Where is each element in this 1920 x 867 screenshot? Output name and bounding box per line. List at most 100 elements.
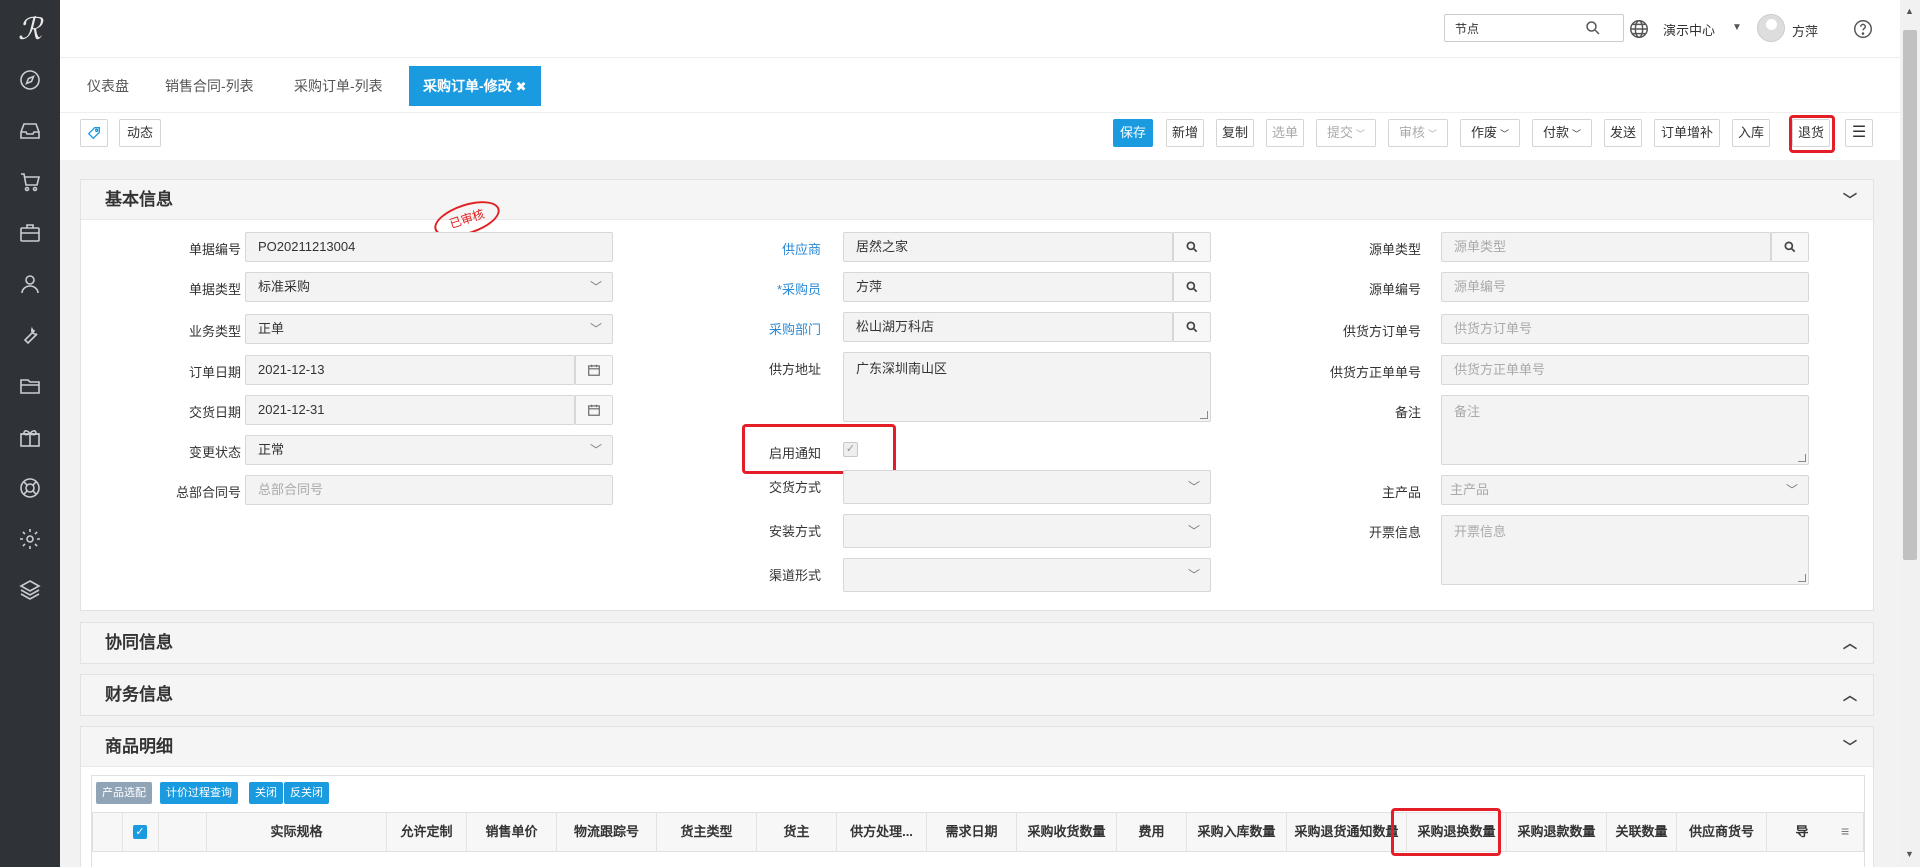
panel-header[interactable]: 协同信息 ︿ [81,623,1873,663]
globe-icon[interactable] [1628,18,1650,40]
grid-col-linked-qty[interactable]: 关联数量 [1607,813,1677,851]
panel-header[interactable]: 财务信息 ︿ [81,675,1873,715]
tab-dashboard[interactable]: 仪表盘 [87,66,129,106]
folder-icon[interactable] [18,374,42,398]
notify-checkbox[interactable]: ✓ [843,442,858,457]
caret-down-icon[interactable]: ▼ [1732,22,1742,33]
cart-icon[interactable] [18,170,42,194]
calendar-icon[interactable] [575,395,613,425]
scroll-up-icon[interactable]: ▲ [1905,6,1914,16]
briefcase-icon[interactable] [18,221,42,245]
send-button[interactable]: 发送 [1604,119,1642,147]
dept-field[interactable]: 松山湖万科店 [843,312,1173,342]
doc-type-select[interactable]: 标准采购 ﹀ [245,272,613,302]
chevron-up-icon[interactable]: ︿ [1843,623,1857,663]
scroll-thumb[interactable] [1903,30,1917,560]
delivery-method-select[interactable]: ﹀ [843,470,1211,504]
chevron-up-icon[interactable]: ︿ [1843,675,1857,715]
grid-col-customizable[interactable]: 允许定制 [387,813,467,851]
support-icon[interactable] [18,476,42,500]
source-type-field[interactable]: 源单类型 [1441,232,1771,262]
avatar[interactable] [1757,14,1785,42]
resize-handle[interactable] [1798,454,1806,462]
audit-dropdown[interactable]: 审核 ﹀ [1388,119,1448,147]
grid-col-demand-date[interactable]: 需求日期 [927,813,1017,851]
new-button[interactable]: 新增 [1166,119,1204,147]
panel-header[interactable]: 基本信息 ﹀ [81,180,1873,220]
help-icon[interactable] [1852,18,1874,40]
select-doc-button[interactable]: 选单 [1266,119,1304,147]
remark-field[interactable]: 备注 [1441,395,1809,465]
grid-col-supplier-handling[interactable]: 供方处理... [837,813,927,851]
grid-col-tracking-no[interactable]: 物流跟踪号 [557,813,657,851]
install-method-select[interactable]: ﹀ [843,514,1211,548]
grid-col-owner-type[interactable]: 货主类型 [657,813,757,851]
search-icon[interactable] [1173,312,1211,342]
supplier-field[interactable]: 居然之家 [843,232,1173,262]
select-all-checkbox[interactable]: ✓ [133,825,147,839]
source-no-field[interactable]: 源单编号 [1441,272,1809,302]
tab-sales-contract-list[interactable]: 销售合同-列表 [165,66,254,106]
pricing-query-button[interactable]: 计价过程查询 [160,782,238,804]
save-button[interactable]: 保存 [1113,119,1153,147]
calendar-icon[interactable] [575,355,613,385]
grid-col-unit-price[interactable]: 销售单价 [467,813,557,851]
grid-col-guide[interactable]: 导 [1767,813,1837,851]
inbox-icon[interactable] [18,119,42,143]
invoice-field[interactable]: 开票信息 [1441,515,1809,585]
tag-button[interactable] [80,119,108,147]
supplier-order-field[interactable]: 供货方订单号 [1441,314,1809,344]
layers-icon[interactable] [18,578,42,602]
user-name[interactable]: 方萍 [1792,21,1818,40]
search-icon[interactable] [1584,19,1602,37]
submit-dropdown[interactable]: 提交 ﹀ [1316,119,1376,147]
search-icon[interactable] [1771,232,1809,262]
channel-select[interactable]: ﹀ [843,558,1211,592]
resize-handle[interactable] [1200,411,1208,419]
void-dropdown[interactable]: 作废 ﹀ [1460,119,1520,147]
grid-col-stock-in-qty[interactable]: 采购入库数量 [1187,813,1287,851]
gift-icon[interactable] [18,425,42,449]
change-status-select[interactable]: 正常 ﹀ [245,435,613,465]
order-supplement-button[interactable]: 订单增补 [1654,119,1720,147]
product-config-button[interactable]: 产品选配 [96,782,152,804]
app-logo[interactable]: ℛ [14,12,46,48]
delivery-date-field[interactable]: 2021-12-31 [245,395,575,425]
grid-col-return-notice-qty[interactable]: 采购退货通知数量 [1287,813,1407,851]
grid-col-spec[interactable]: 实际规格 [207,813,387,851]
grid-col-received-qty[interactable]: 采购收货数量 [1017,813,1117,851]
payment-dropdown[interactable]: 付款 ﹀ [1532,119,1592,147]
wrench-icon[interactable] [18,323,42,347]
grid-col-cost[interactable]: 费用 [1117,813,1187,851]
buyer-label[interactable]: *采购员 [721,279,821,298]
user-icon[interactable] [18,272,42,296]
dept-label[interactable]: 采购部门 [721,319,821,338]
close-line-button[interactable]: 关闭 [249,782,283,804]
buyer-field[interactable]: 方萍 [843,272,1173,302]
grid-col-refund-qty[interactable]: 采购退款数量 [1507,813,1607,851]
menu-button[interactable]: ☰ [1845,119,1873,147]
stock-in-button[interactable]: 入库 [1732,119,1770,147]
grid-col-check[interactable]: ✓ [123,813,159,851]
tab-purchase-order-list[interactable]: 采购订单-列表 [294,66,383,106]
dynamic-button[interactable]: 动态 [119,119,161,147]
chevron-down-icon[interactable]: ﹀ [1843,180,1857,220]
grid-col-supplier-sku[interactable]: 供应商货号 [1677,813,1767,851]
supplier-label[interactable]: 供应商 [721,239,821,258]
supplier-addr-field[interactable]: 广东深圳南山区 [843,352,1211,422]
search-icon[interactable] [1173,232,1211,262]
page-scrollbar[interactable]: ▲ ▼ [1900,0,1920,867]
order-date-field[interactable]: 2021-12-13 [245,355,575,385]
scroll-down-icon[interactable]: ▼ [1905,849,1914,859]
tab-purchase-order-edit[interactable]: 采购订单-修改 ✖ [409,66,541,106]
doc-no-field[interactable]: PO20211213004 [245,232,613,262]
supplier-po-field[interactable]: 供货方正单单号 [1441,355,1809,385]
compass-icon[interactable] [18,68,42,92]
master-contract-field[interactable]: 总部合同号 [245,475,613,505]
copy-button[interactable]: 复制 [1216,119,1254,147]
main-product-select[interactable]: 主产品 ﹀ [1441,475,1809,505]
grid-col-owner[interactable]: 货主 [757,813,837,851]
panel-header[interactable]: 商品明细 ﹀ [81,727,1873,767]
center-menu[interactable]: 演示中心 [1663,20,1715,39]
search-icon[interactable] [1173,272,1211,302]
